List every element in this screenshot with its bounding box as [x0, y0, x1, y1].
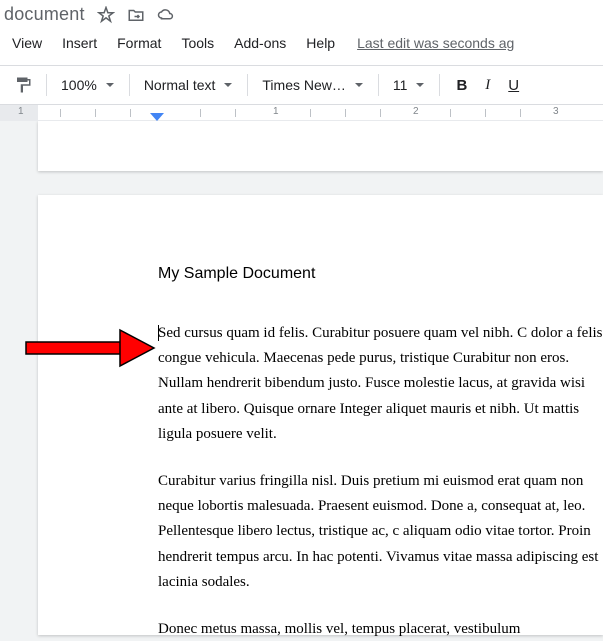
move-folder-icon[interactable] — [127, 6, 145, 24]
ruler-mark: 1 — [273, 106, 279, 117]
annotation-arrow-icon — [24, 328, 156, 368]
separator — [378, 74, 379, 96]
chevron-down-icon — [415, 80, 425, 90]
underline-button[interactable]: U — [500, 73, 527, 98]
menu-help[interactable]: Help — [296, 31, 345, 55]
document-heading[interactable]: My Sample Document — [158, 265, 603, 283]
toolbar: 100% Normal text Times New… 11 B I U — [0, 65, 603, 105]
document-title[interactable]: document — [4, 4, 85, 25]
ruler-tick — [450, 109, 451, 117]
chevron-down-icon — [223, 80, 233, 90]
indent-marker-icon[interactable] — [150, 113, 164, 121]
font-size-value: 11 — [393, 77, 408, 93]
menu-addons[interactable]: Add-ons — [224, 31, 296, 55]
separator — [439, 74, 440, 96]
font-size-dropdown[interactable]: 11 — [387, 73, 432, 97]
canvas-area: My Sample Document Sed cursus quam id fe… — [0, 121, 603, 641]
page-previous — [38, 121, 603, 171]
title-bar: document — [0, 0, 603, 29]
zoom-dropdown[interactable]: 100% — [55, 73, 121, 97]
ruler-tick — [130, 109, 131, 117]
paragraph[interactable]: Sed cursus quam id felis. Curabitur posu… — [158, 321, 603, 447]
paint-format-button[interactable] — [8, 72, 38, 98]
ruler-tick — [95, 109, 96, 117]
menu-format[interactable]: Format — [107, 31, 171, 55]
ruler-tick — [60, 109, 61, 117]
style-value: Normal text — [144, 77, 216, 93]
separator — [129, 74, 130, 96]
chevron-down-icon — [105, 80, 115, 90]
star-icon[interactable] — [97, 6, 115, 24]
font-dropdown[interactable]: Times New… — [256, 73, 370, 97]
font-value: Times New… — [262, 77, 346, 93]
ruler-tick — [380, 109, 381, 117]
menu-bar: View Insert Format Tools Add-ons Help La… — [0, 29, 603, 65]
ruler-tick — [520, 109, 521, 117]
last-edit-link[interactable]: Last edit was seconds ag — [349, 31, 522, 55]
ruler-tick — [310, 109, 311, 117]
ruler-tick — [235, 109, 236, 117]
bold-button[interactable]: B — [448, 73, 475, 98]
ruler-mark: 2 — [413, 106, 419, 117]
paragraph[interactable]: Curabitur varius fringilla nisl. Duis pr… — [158, 469, 603, 595]
paragraph[interactable]: Donec metus massa, mollis vel, tempus pl… — [158, 617, 603, 642]
ruler-mark: 1 — [18, 106, 24, 117]
separator — [46, 74, 47, 96]
separator — [247, 74, 248, 96]
menu-tools[interactable]: Tools — [171, 31, 224, 55]
zoom-value: 100% — [61, 77, 97, 93]
ruler[interactable]: 1 1 2 3 — [0, 105, 603, 121]
style-dropdown[interactable]: Normal text — [138, 73, 240, 97]
document-page[interactable]: My Sample Document Sed cursus quam id fe… — [38, 195, 603, 635]
ruler-tick — [200, 109, 201, 117]
cloud-status-icon[interactable] — [157, 6, 175, 24]
italic-button[interactable]: I — [477, 73, 498, 98]
menu-insert[interactable]: Insert — [52, 31, 107, 55]
menu-view[interactable]: View — [2, 31, 52, 55]
ruler-tick — [485, 109, 486, 117]
ruler-tick — [345, 109, 346, 117]
chevron-down-icon — [354, 80, 364, 90]
ruler-mark: 3 — [553, 106, 559, 117]
